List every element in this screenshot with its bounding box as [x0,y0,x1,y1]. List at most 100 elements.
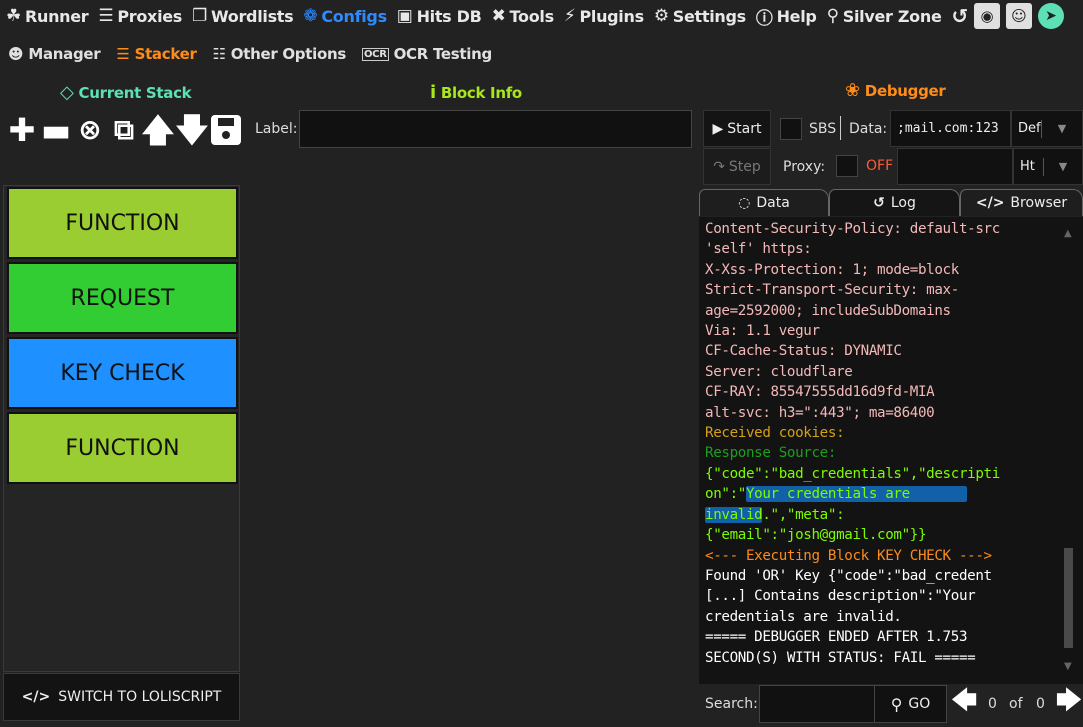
server-icon: ☰ [98,6,114,26]
move-down-button[interactable]: 🡇 [175,111,209,149]
history-icon[interactable]: ↺ [952,4,969,28]
move-up-button[interactable]: 🡅 [141,111,175,149]
subnav-other-options[interactable]: ☷ Other Options [212,45,347,63]
remove-block-button[interactable]: ▬ [40,113,72,147]
proxy-checkbox[interactable] [836,155,858,177]
save-button[interactable] [210,113,242,147]
tab-data[interactable]: ◌ Data [699,189,829,216]
proxy-status: OFF [866,158,894,174]
telegram-icon[interactable]: ➤ [1037,3,1064,29]
data-type-select[interactable]: Def ▼ [1011,110,1083,147]
proxy-label: Proxy: [783,159,826,175]
debugger-title: ❀ Debugger [845,80,946,101]
arrow-left-icon: 🡄 [950,686,978,716]
plus-icon: ✚ [8,111,36,149]
chevron-down-icon: ▼ [1058,160,1068,173]
data-input[interactable]: ;mail.com:123 [890,110,1011,147]
match-current: 0 [988,696,997,712]
clone-block-button[interactable]: ⧉ [108,113,140,147]
nav-runner[interactable]: ☘ Runner [6,6,89,26]
subnav-ocr-testing[interactable]: OCR OCR Testing [361,45,492,63]
previous-match-button[interactable]: 🡄 [950,686,978,718]
stack-block-request[interactable]: REQUEST [7,262,238,334]
scroll-thumb[interactable] [1064,548,1073,648]
help-icon: ⓘ [755,8,773,29]
log-line: <--- Executing Block KEY CHECK ---> [705,547,992,564]
copy-icon: ⧉ [114,113,134,146]
nav-hits-db[interactable]: ▣ Hits DB [397,6,482,26]
history-icon: ↺ [873,195,885,211]
nav-configs[interactable]: ❁ Configs [303,6,387,26]
log-line: Content-Security-Policy: default-src [705,221,1000,237]
log-line: {"code":"bad_credentials","descripti [705,465,1000,482]
arrow-up-icon: 🡅 [141,111,175,149]
subnav-manager[interactable]: ☻ Manager [8,45,101,63]
log-scrollbar[interactable]: ▲ ▼ [1063,226,1077,672]
switch-to-loliscript-button[interactable]: </> SWITCH TO LOLISCRIPT [3,673,240,721]
proxy-type-select[interactable]: Ht ▼ [1013,148,1083,185]
log-line: CF-Cache-Status: DYNAMIC [705,343,902,360]
debugger-log[interactable]: Content-Security-Policy: default-src 'sel… [699,217,1083,684]
minus-icon: ▬ [40,111,72,149]
current-stack-title: ◇ Current Stack [60,82,192,103]
info-icon: i [430,82,436,103]
users-gear-icon: ☻ [8,45,24,63]
nav-help[interactable]: ⓘ Help [756,4,817,29]
nav-tools[interactable]: ✖ Tools [491,6,555,26]
log-line: 'self' https: [705,241,812,258]
log-line: Received cookies: [705,425,845,442]
block-stack: FUNCTION REQUEST KEY CHECK FUNCTION [3,185,240,672]
nav-proxies[interactable]: ☰ Proxies [98,6,182,26]
block-info-title: i Block Info [430,82,522,103]
stack-block-function[interactable]: FUNCTION [7,187,238,259]
nav-silver-zone[interactable]: ⚲ Silver Zone [827,6,942,26]
layers-icon: ☰ [116,45,130,63]
log-line: Strict-Transport-Security: max- [705,282,959,299]
arrow-down-icon: 🡇 [175,111,209,149]
sbs-checkbox[interactable] [780,118,802,140]
tab-browser[interactable]: </> Browser [960,189,1083,216]
tools-icon: ✖ [491,6,506,26]
gear-cog-icon: ❁ [303,6,318,26]
go-button[interactable]: ⚲ GO [874,685,947,723]
log-line: {"email":"josh@gmail.com"}} [705,527,927,544]
layers-icon: ◇ [60,82,74,103]
nav-wordlists[interactable]: ❐ Wordlists [192,6,294,26]
stack-block-key-check[interactable]: KEY CHECK [7,337,238,409]
match-of: of [1009,696,1023,712]
sbs-label: SBS [809,121,837,137]
next-match-button[interactable]: 🡆 [1055,686,1083,718]
sliders-icon: ☷ [212,45,226,63]
scroll-down-icon[interactable]: ▼ [1064,661,1072,672]
scroll-up-icon[interactable]: ▲ [1064,228,1072,239]
sub-navigation: ☻ Manager ☰ Stacker ☷ Other Options OCR OCR … [0,40,508,68]
selected-text: Your credentials are [745,486,968,503]
log-line: Server: cloudflare [705,363,853,380]
step-button[interactable]: ↷ Step [703,148,771,185]
add-block-button[interactable]: ✚ [6,113,38,147]
files-icon: ❐ [192,6,207,26]
clear-blocks-button[interactable]: ⊗ [74,113,106,147]
nav-plugins[interactable]: ⚡ Plugins [564,6,644,26]
log-line: alt-svc: h3=":443"; ma=86400 [705,404,935,421]
tab-log[interactable]: ↺ Log [829,189,960,216]
label-caption: Label: [255,121,298,137]
redo-icon: ↷ [713,158,725,175]
start-button[interactable]: ▶ Start [703,110,771,147]
search-input[interactable] [759,685,875,723]
proxy-input[interactable] [897,148,1013,185]
ocr-icon: OCR [361,47,389,61]
log-line: [...] Contains description":"Your [705,588,976,605]
selected-text: invalid [705,506,763,523]
stack-block-function[interactable]: FUNCTION [7,412,238,484]
nav-settings[interactable]: ⚙ Settings [654,6,746,26]
discord-icon[interactable]: ☺ [1005,3,1032,29]
label-input[interactable] [299,110,692,148]
data-label: Data: [849,121,888,137]
subnav-stacker[interactable]: ☰ Stacker [116,45,196,63]
database-icon: ▣ [396,6,413,26]
code-icon: </> [21,689,51,705]
log-line: on":"Your credentials are [705,486,968,503]
log-line: credentials are invalid. [705,608,902,625]
camera-icon[interactable]: ◉ [973,3,1000,29]
